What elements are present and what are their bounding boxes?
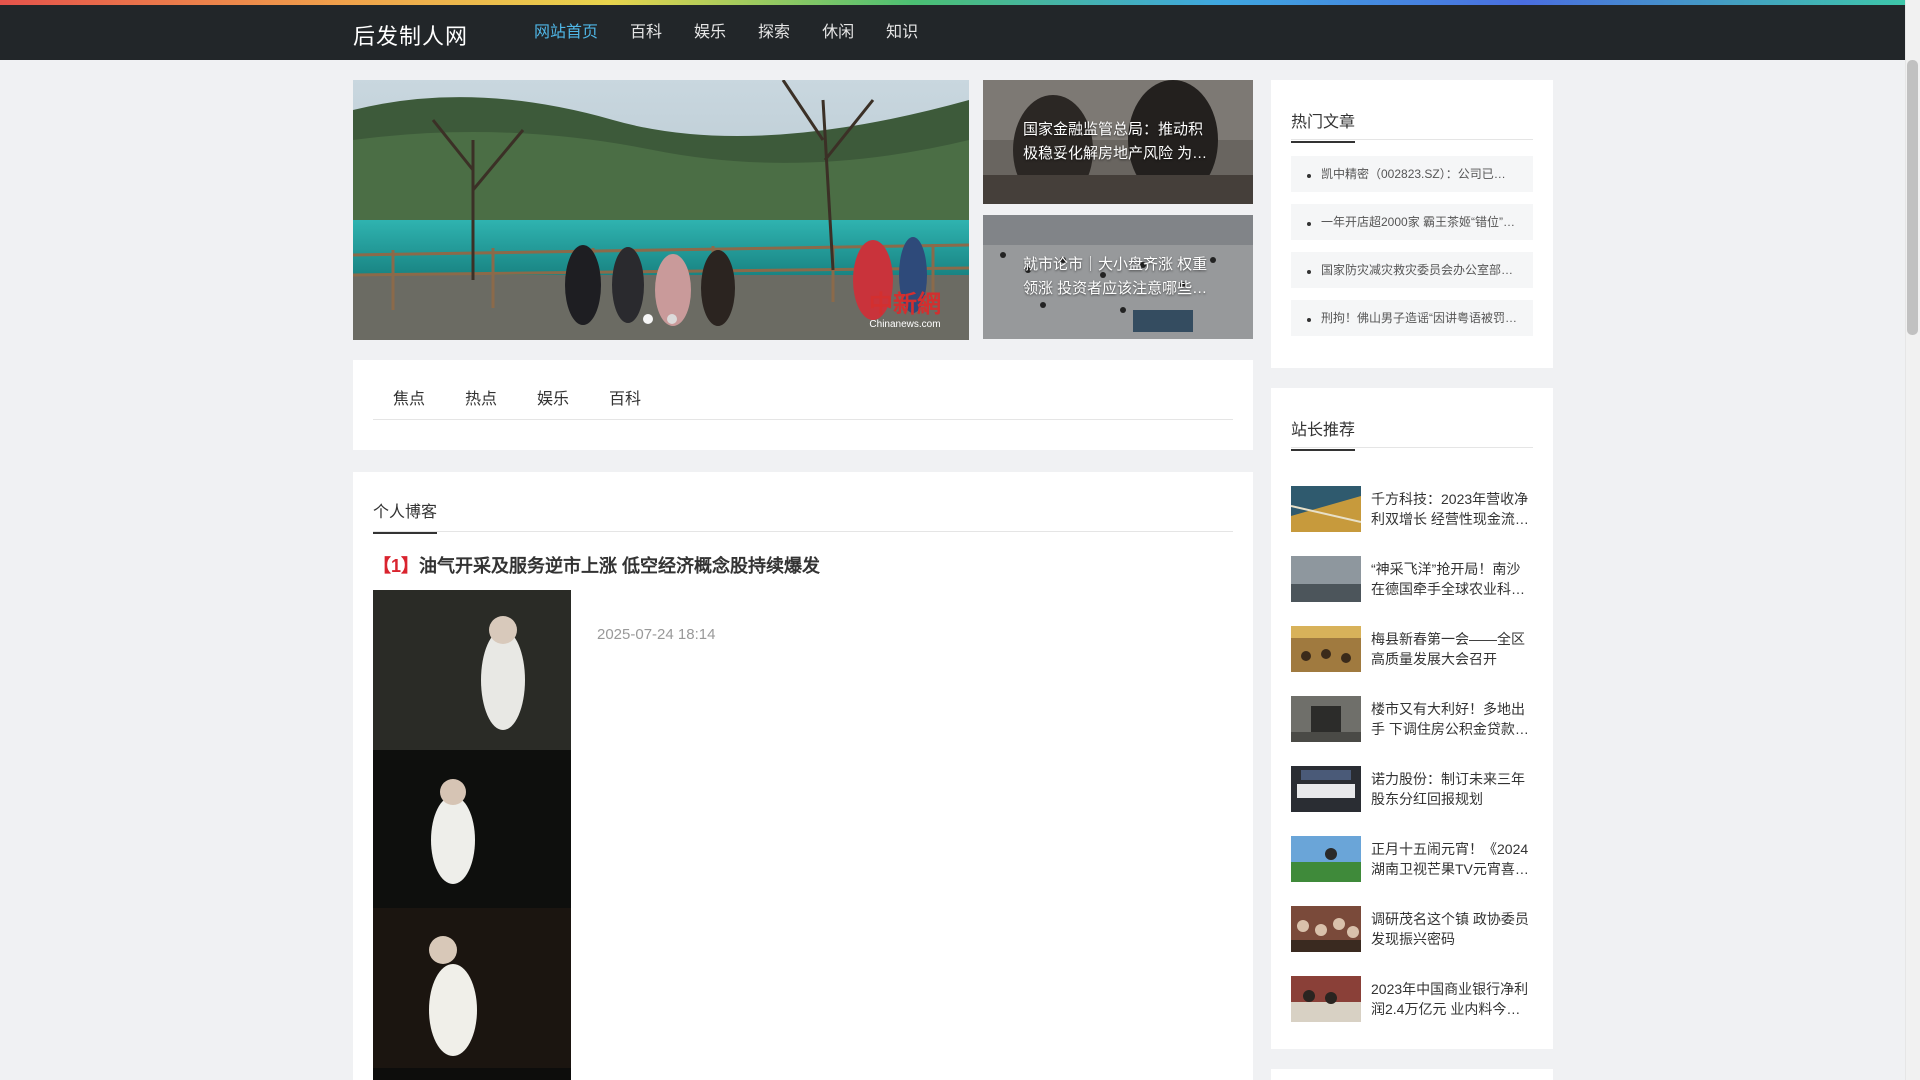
nav-item-home[interactable]: 网站首页	[518, 5, 614, 60]
section-heading: 个人博客	[373, 498, 1233, 534]
sidebar-card-partial	[1271, 1069, 1553, 1080]
rec-title[interactable]: 2023年中国商业银行净利润2.4万亿元 业内料今…	[1371, 979, 1533, 1019]
list-item[interactable]: 凯中精密（002823.SZ）：公司已…	[1291, 156, 1533, 192]
nav-item-entertainment[interactable]: 娱乐	[678, 5, 742, 60]
personal-blog-card: 个人博客 【1】油气开采及服务逆市上涨 低空经济概念股持续爆发 2025-07-…	[353, 472, 1253, 1080]
article-photo	[373, 590, 571, 1080]
article-title-text[interactable]: 油气开采及服务逆市上涨 低空经济概念股持续爆发	[419, 556, 820, 576]
list-item[interactable]: 楼市又有大利好！多地出手 下调住房公积金贷款…	[1291, 684, 1533, 754]
rec-thumbnail[interactable]	[1291, 486, 1361, 532]
rec-title[interactable]: 千方科技：2023年营收净利双增长 经营性现金流…	[1371, 489, 1533, 529]
rec-thumbnail[interactable]	[1291, 626, 1361, 672]
section-title: 个人博客	[373, 498, 438, 534]
list-item[interactable]: 正月十五闹元宵！《2024湖南卫视芒果TV元宵喜…	[1291, 824, 1533, 894]
rec-title[interactable]: 调研茂名这个镇 政协委员发现振兴密码	[1371, 909, 1533, 949]
list-item[interactable]: 诺力股份：制订未来三年股东分红回报规划	[1291, 754, 1533, 824]
tab-hot[interactable]: 热点	[445, 384, 517, 419]
list-item[interactable]: 刑拘！佛山男子造谣“因讲粤语被罚…	[1291, 300, 1533, 336]
tab-baike[interactable]: 百科	[589, 384, 661, 419]
nav-item-explore[interactable]: 探索	[742, 5, 806, 60]
carousel-dot[interactable]	[667, 314, 677, 324]
rec-title[interactable]: 诺力股份：制订未来三年股东分红回报规划	[1371, 769, 1533, 809]
rec-thumbnail[interactable]	[1291, 556, 1361, 602]
nav-item-baike[interactable]: 百科	[614, 5, 678, 60]
article-number: 【1】	[373, 556, 420, 576]
rec-title[interactable]: 楼市又有大利好！多地出手 下调住房公积金贷款…	[1371, 699, 1533, 739]
list-item[interactable]: 千方科技：2023年营收净利双增长 经营性现金流…	[1291, 474, 1533, 544]
rec-thumbnail[interactable]	[1291, 976, 1361, 1022]
rec-thumbnail[interactable]	[1291, 906, 1361, 952]
list-item[interactable]: 调研茂名这个镇 政协委员发现振兴密码	[1291, 894, 1533, 964]
nav-item-leisure[interactable]: 休闲	[806, 5, 870, 60]
rec-title[interactable]: “神采飞洋”抢开局！南沙在德国牵手全球农业科…	[1371, 559, 1533, 599]
side-news-title[interactable]: 就市论市｜大小盘齐涨 权重领涨 投资者应该注意哪些…	[1023, 253, 1213, 301]
hot-articles-list: 凯中精密（002823.SZ）：公司已… 一年开店超2000家 霸王茶姬“错位”…	[1291, 156, 1533, 348]
section-heading: 热门文章	[1291, 108, 1533, 143]
rec-title[interactable]: 梅县新春第一会——全区高质量发展大会召开	[1371, 629, 1533, 669]
category-tabs-card: 焦点 热点 娱乐 百科	[353, 360, 1253, 450]
site-logo[interactable]: 后发制人网	[353, 19, 468, 51]
list-item[interactable]: 梅县新春第一会——全区高质量发展大会召开	[1291, 614, 1533, 684]
list-item[interactable]: 一年开店超2000家 霸王茶姬“错位”…	[1291, 204, 1533, 240]
main-nav: 网站首页 百科 娱乐 探索 休闲 知识	[518, 5, 934, 60]
carousel-dot[interactable]	[643, 314, 653, 324]
section-title: 站长推荐	[1291, 416, 1356, 451]
side-news-item[interactable]: 国家金融监管总局：推动积极稳妥化解房地产风险 为…	[983, 80, 1253, 204]
image-carousel[interactable]: 中新網 Chinanews.com	[353, 80, 969, 340]
carousel-dots	[643, 314, 677, 324]
page-scrollbar[interactable]	[1905, 0, 1920, 1080]
rec-thumbnail[interactable]	[1291, 696, 1361, 742]
tab-focus[interactable]: 焦点	[373, 384, 445, 419]
chinanews-watermark: 中新網 Chinanews.com	[869, 289, 941, 330]
list-item[interactable]: 国家防灾减灾救灾委员会办公室部…	[1291, 252, 1533, 288]
nav-item-knowledge[interactable]: 知识	[870, 5, 934, 60]
top-navbar: 后发制人网 网站首页 百科 娱乐 探索 休闲 知识	[0, 5, 1905, 60]
section-title: 热门文章	[1291, 108, 1356, 143]
category-tabs: 焦点 热点 娱乐 百科	[373, 384, 1233, 420]
side-news-title[interactable]: 国家金融监管总局：推动积极稳妥化解房地产风险 为…	[1023, 118, 1213, 166]
recommend-list: 千方科技：2023年营收净利双增长 经营性现金流… “神采飞洋”抢开局！南沙在德…	[1291, 474, 1533, 1034]
list-item[interactable]: 2023年中国商业银行净利润2.4万亿元 业内料今…	[1291, 964, 1533, 1034]
article-title[interactable]: 【1】油气开采及服务逆市上涨 低空经济概念股持续爆发	[373, 552, 820, 578]
scrollbar-thumb[interactable]	[1907, 60, 1918, 335]
rec-thumbnail[interactable]	[1291, 766, 1361, 812]
hot-articles-card: 热门文章 凯中精密（002823.SZ）：公司已… 一年开店超2000家 霸王茶…	[1271, 80, 1553, 368]
section-heading: 站长推荐	[1291, 416, 1533, 451]
article-thumbnail[interactable]	[373, 590, 571, 1080]
side-news-item[interactable]: 就市论市｜大小盘齐涨 权重领涨 投资者应该注意哪些…	[983, 215, 1253, 339]
rec-title[interactable]: 正月十五闹元宵！《2024湖南卫视芒果TV元宵喜…	[1371, 839, 1533, 879]
list-item[interactable]: “神采飞洋”抢开局！南沙在德国牵手全球农业科…	[1291, 544, 1533, 614]
tab-entertainment[interactable]: 娱乐	[517, 384, 589, 419]
rec-thumbnail[interactable]	[1291, 836, 1361, 882]
article-date: 2025-07-24 18:14	[597, 626, 716, 643]
recommend-card: 站长推荐 千方科技：2023年营收净利双增长 经营性现金流… “神采飞洋”抢开局…	[1271, 388, 1553, 1049]
